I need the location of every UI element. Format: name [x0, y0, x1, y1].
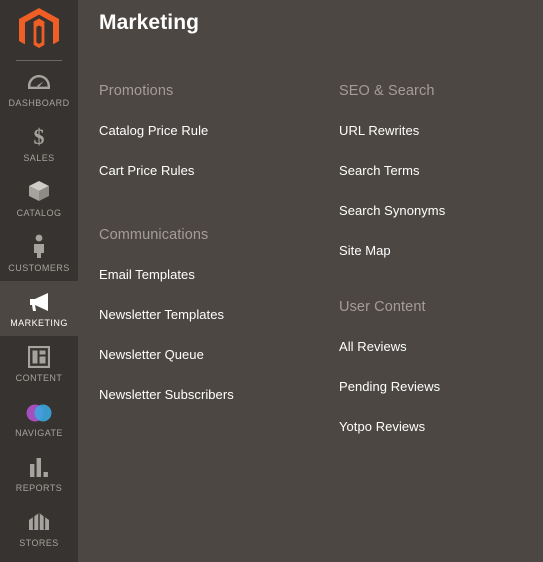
group-item-list: Catalog Price Rule Cart Price Rules [99, 118, 318, 198]
menu-column-left: Promotions Catalog Price Rule Cart Price… [78, 78, 318, 454]
admin-sidebar: DASHBOARD $ SALES CATALOG CUSTOMERS MARK… [0, 0, 78, 562]
list-item: Cart Price Rules [99, 158, 318, 198]
menu-group-seo-search: SEO & Search URL Rewrites Search Terms S… [339, 78, 518, 278]
sidebar-item-catalog[interactable]: CATALOG [0, 171, 78, 226]
sidebar-item-label: NAVIGATE [15, 428, 63, 438]
list-item: Pending Reviews [339, 374, 518, 414]
sidebar-item-customers[interactable]: CUSTOMERS [0, 226, 78, 281]
sidebar-item-stores[interactable]: STORES [0, 501, 78, 556]
group-item-list: Email Templates Newsletter Templates New… [99, 262, 318, 422]
list-item: All Reviews [339, 334, 518, 374]
sidebar-item-dashboard[interactable]: DASHBOARD [0, 61, 78, 116]
menu-link-search-terms[interactable]: Search Terms [339, 158, 518, 198]
sidebar-item-reports[interactable]: REPORTS [0, 446, 78, 501]
list-item: Newsletter Subscribers [99, 382, 318, 422]
dashboard-gauge-icon [27, 69, 51, 93]
magento-logo[interactable] [0, 0, 78, 56]
group-title: Promotions [99, 83, 174, 99]
person-icon [31, 234, 47, 258]
sidebar-item-content[interactable]: CONTENT [0, 336, 78, 391]
page-layout-icon [28, 344, 50, 368]
list-item: Newsletter Templates [99, 302, 318, 342]
sidebar-item-label: REPORTS [15, 483, 63, 493]
storefront-icon [27, 509, 51, 533]
sidebar-item-sales[interactable]: $ SALES [0, 116, 78, 171]
list-item: Catalog Price Rule [99, 118, 318, 158]
group-item-list: URL Rewrites Search Terms Search Synonym… [339, 118, 518, 278]
list-item: URL Rewrites [339, 118, 518, 158]
sidebar-item-label: SALES [23, 153, 55, 163]
list-item: Site Map [339, 238, 518, 278]
group-title: User Content [339, 299, 426, 315]
sidebar-item-marketing[interactable]: MARKETING [0, 281, 78, 336]
sidebar-item-navigate[interactable]: NAVIGATE [0, 391, 78, 446]
menu-link-search-synonyms[interactable]: Search Synonyms [339, 198, 518, 238]
venn-circles-icon [26, 399, 52, 423]
list-item: Email Templates [99, 262, 318, 302]
menu-link-email-templates[interactable]: Email Templates [99, 262, 318, 302]
group-title: SEO & Search [339, 83, 435, 99]
menu-link-newsletter-templates[interactable]: Newsletter Templates [99, 302, 318, 342]
menu-group-communications: Communications Email Templates Newslette… [99, 222, 318, 422]
menu-link-newsletter-subscribers[interactable]: Newsletter Subscribers [99, 382, 318, 422]
menu-link-site-map[interactable]: Site Map [339, 238, 518, 278]
megaphone-icon [27, 289, 51, 313]
menu-link-newsletter-queue[interactable]: Newsletter Queue [99, 342, 318, 382]
sidebar-item-label: CUSTOMERS [8, 263, 70, 273]
menu-link-yotpo-reviews[interactable]: Yotpo Reviews [339, 414, 518, 454]
list-item: Search Synonyms [339, 198, 518, 238]
menu-link-url-rewrites[interactable]: URL Rewrites [339, 118, 518, 158]
menu-group-user-content: User Content All Reviews Pending Reviews… [339, 294, 518, 454]
sidebar-item-label: STORES [19, 538, 59, 548]
page-title: Marketing [99, 11, 200, 34]
list-item: Newsletter Queue [99, 342, 318, 382]
menu-link-catalog-price-rule[interactable]: Catalog Price Rule [99, 118, 318, 158]
marketing-menu-panel: Marketing Promotions Catalog Price Rule … [78, 0, 543, 562]
menu-column-right: SEO & Search URL Rewrites Search Terms S… [318, 78, 518, 454]
sidebar-item-label: DASHBOARD [8, 98, 70, 108]
menu-columns: Promotions Catalog Price Rule Cart Price… [78, 78, 543, 454]
box-icon [27, 179, 51, 203]
group-item-list: All Reviews Pending Reviews Yotpo Review… [339, 334, 518, 454]
list-item: Yotpo Reviews [339, 414, 518, 454]
menu-group-promotions: Promotions Catalog Price Rule Cart Price… [99, 78, 318, 198]
dollar-sign-icon: $ [30, 124, 48, 148]
menu-link-all-reviews[interactable]: All Reviews [339, 334, 518, 374]
sidebar-item-label: MARKETING [10, 318, 68, 328]
magento-logo-icon [19, 8, 59, 52]
list-item: Search Terms [339, 158, 518, 198]
svg-text:$: $ [34, 124, 45, 148]
group-title: Communications [99, 227, 209, 243]
menu-link-cart-price-rules[interactable]: Cart Price Rules [99, 158, 318, 198]
sidebar-item-label: CATALOG [16, 208, 62, 218]
magento-admin-page: DASHBOARD $ SALES CATALOG CUSTOMERS MARK… [0, 0, 543, 562]
sidebar-item-label: CONTENT [15, 373, 63, 383]
menu-link-pending-reviews[interactable]: Pending Reviews [339, 374, 518, 414]
bar-chart-icon [28, 454, 50, 478]
